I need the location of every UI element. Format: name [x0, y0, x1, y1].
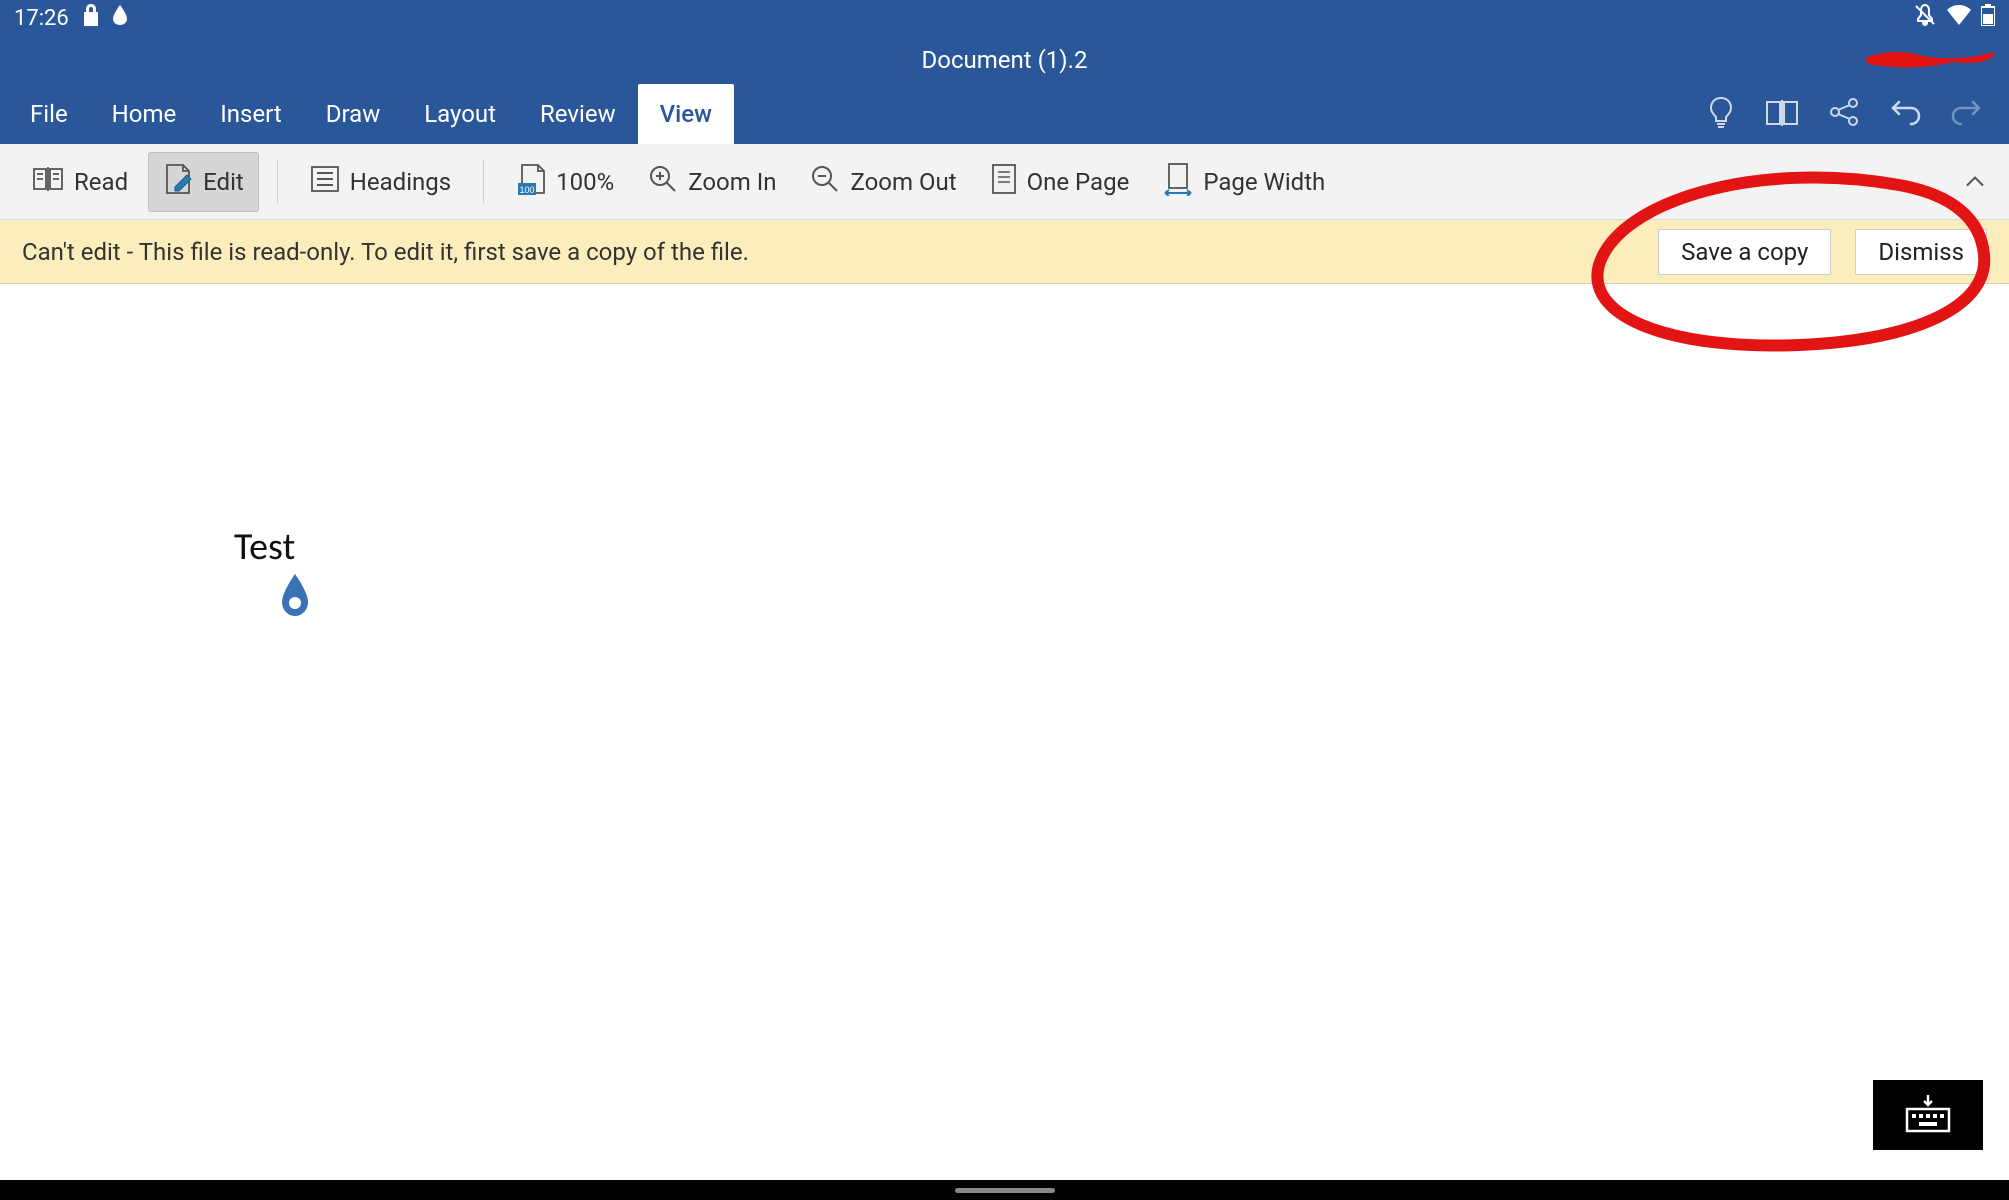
zoom-percent-button[interactable]: 100 100%: [502, 153, 628, 211]
wifi-icon: [1947, 5, 1971, 31]
tab-file[interactable]: File: [8, 84, 90, 144]
lightbulb-icon[interactable]: [1707, 96, 1735, 132]
page-width-icon: [1163, 162, 1193, 202]
zoom-in-label: Zoom In: [688, 168, 776, 196]
read-label: Read: [74, 168, 128, 196]
water-drop-icon: [113, 5, 127, 31]
book-open-icon: [32, 165, 64, 199]
battery-icon: [1981, 4, 1995, 32]
separator: [483, 160, 484, 204]
zoom-out-label: Zoom Out: [850, 168, 956, 196]
tab-draw[interactable]: Draw: [304, 84, 403, 144]
document-title: Document (1).2: [922, 46, 1088, 74]
page-width-button[interactable]: Page Width: [1149, 152, 1339, 212]
view-ribbon: Read Edit Headings 100 100% Zoom In Zoom…: [0, 144, 2009, 220]
redo-icon: [1951, 98, 1983, 130]
page-100-icon: 100: [516, 163, 546, 201]
nav-handle[interactable]: [955, 1188, 1055, 1193]
document-body-text[interactable]: Test: [234, 524, 295, 570]
edit-label: Edit: [203, 168, 244, 196]
dismiss-button[interactable]: Dismiss: [1855, 229, 1987, 275]
android-status-bar: 17:26: [0, 0, 2009, 36]
save-a-copy-button[interactable]: Save a copy: [1658, 229, 1831, 275]
headings-button[interactable]: Headings: [296, 155, 465, 209]
android-nav-bar[interactable]: [0, 1180, 2009, 1200]
readonly-message: Can't edit - This file is read-only. To …: [22, 238, 749, 266]
svg-text:100: 100: [520, 185, 535, 195]
status-time: 17:26: [14, 6, 69, 31]
headings-label: Headings: [350, 168, 451, 196]
tab-home[interactable]: Home: [90, 84, 199, 144]
headings-icon: [310, 165, 340, 199]
document-canvas[interactable]: Test: [0, 284, 2009, 1180]
one-page-icon: [991, 163, 1017, 201]
zoom-in-icon: [648, 164, 678, 200]
tab-review[interactable]: Review: [518, 84, 638, 144]
zoom-percent-label: 100%: [556, 168, 614, 196]
separator: [277, 160, 278, 204]
tab-view[interactable]: View: [638, 84, 734, 144]
zoom-in-button[interactable]: Zoom In: [634, 154, 790, 210]
zoom-out-icon: [810, 164, 840, 200]
redacted-username: [1863, 42, 1997, 74]
share-icon[interactable]: [1829, 97, 1859, 131]
one-page-label: One Page: [1027, 168, 1130, 196]
ribbon-tabs: File Home Insert Draw Layout Review View: [0, 84, 2009, 144]
edit-mode-button[interactable]: Edit: [148, 152, 259, 212]
read-mode-button[interactable]: Read: [18, 155, 142, 209]
tab-layout[interactable]: Layout: [402, 84, 518, 144]
page-edit-icon: [163, 163, 193, 201]
one-page-button[interactable]: One Page: [977, 153, 1144, 211]
title-bar: Document (1).2: [0, 36, 2009, 84]
page-width-label: Page Width: [1203, 168, 1325, 196]
text-cursor-handle[interactable]: [280, 574, 310, 620]
security-icon: [83, 4, 99, 32]
keyboard-icon: [1905, 1093, 1951, 1137]
undo-icon[interactable]: [1889, 98, 1921, 130]
readonly-info-bar: Can't edit - This file is read-only. To …: [0, 220, 2009, 284]
keyboard-toggle-button[interactable]: [1873, 1080, 1983, 1150]
tab-insert[interactable]: Insert: [198, 84, 303, 144]
notification-mute-icon: [1913, 3, 1937, 33]
collapse-ribbon-icon[interactable]: [1965, 172, 1985, 191]
zoom-out-button[interactable]: Zoom Out: [796, 154, 970, 210]
reading-view-icon[interactable]: [1765, 98, 1799, 130]
